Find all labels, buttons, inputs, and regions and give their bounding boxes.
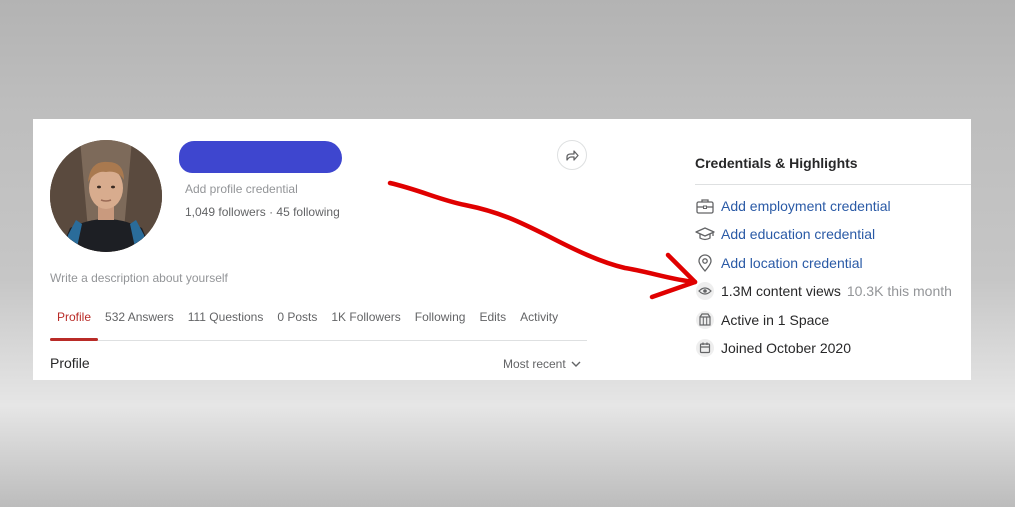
tab-posts[interactable]: 0 Posts bbox=[270, 300, 324, 340]
avatar[interactable] bbox=[50, 140, 162, 252]
follow-stats: 1,049 followers · 45 following bbox=[185, 205, 340, 219]
content-views-month: 10.3K this month bbox=[846, 283, 952, 299]
graduation-cap-icon bbox=[695, 224, 715, 244]
add-profile-credential-link[interactable]: Add profile credential bbox=[185, 182, 298, 196]
content-views-stat: 1.3M content views 10.3K this month bbox=[695, 280, 952, 302]
chevron-down-icon bbox=[571, 361, 581, 367]
credentials-divider bbox=[695, 184, 971, 185]
tab-activity[interactable]: Activity bbox=[513, 300, 565, 340]
add-education-credential[interactable]: Add education credential bbox=[695, 223, 875, 245]
joined-date-stat: Joined October 2020 bbox=[695, 337, 851, 359]
tab-questions[interactable]: 111 Questions bbox=[181, 300, 271, 340]
add-location-credential[interactable]: Add location credential bbox=[695, 252, 863, 274]
add-education-label: Add education credential bbox=[721, 226, 876, 242]
add-employment-label: Add employment credential bbox=[721, 198, 891, 214]
following-count[interactable]: 45 following bbox=[276, 205, 339, 219]
profile-card: Add profile credential 1,049 followers ·… bbox=[33, 119, 971, 380]
add-employment-credential[interactable]: Add employment credential bbox=[695, 195, 891, 217]
credentials-header: Credentials & Highlights bbox=[695, 155, 858, 171]
briefcase-icon bbox=[695, 196, 715, 216]
spaces-icon bbox=[695, 310, 715, 330]
calendar-icon bbox=[695, 338, 715, 358]
spaces-stat[interactable]: Active in 1 Space bbox=[695, 309, 829, 331]
joined-text: Joined October 2020 bbox=[721, 340, 851, 356]
stats-separator: · bbox=[269, 205, 274, 219]
content-views-text: 1.3M content views bbox=[721, 283, 841, 299]
tab-following[interactable]: Following bbox=[408, 300, 473, 340]
tab-answers[interactable]: 532 Answers bbox=[98, 300, 181, 340]
tab-profile[interactable]: Profile bbox=[50, 300, 99, 341]
tab-followers[interactable]: 1K Followers bbox=[324, 300, 407, 340]
followers-count[interactable]: 1,049 followers bbox=[185, 205, 266, 219]
location-pin-icon bbox=[695, 253, 715, 273]
profile-tabs: Profile 532 Answers 111 Questions 0 Post… bbox=[50, 300, 587, 341]
add-location-label: Add location credential bbox=[721, 255, 863, 271]
name-redaction bbox=[179, 141, 342, 173]
spaces-text: Active in 1 Space bbox=[721, 312, 830, 328]
tab-edits[interactable]: Edits bbox=[472, 300, 513, 340]
sort-dropdown[interactable]: Most recent bbox=[503, 357, 582, 371]
share-button[interactable] bbox=[557, 140, 587, 170]
eye-icon bbox=[695, 281, 715, 301]
share-icon bbox=[566, 150, 579, 161]
section-title: Profile bbox=[50, 355, 90, 371]
sort-label: Most recent bbox=[503, 357, 566, 371]
avatar-photo bbox=[50, 140, 162, 252]
description-field[interactable]: Write a description about yourself bbox=[50, 271, 228, 285]
